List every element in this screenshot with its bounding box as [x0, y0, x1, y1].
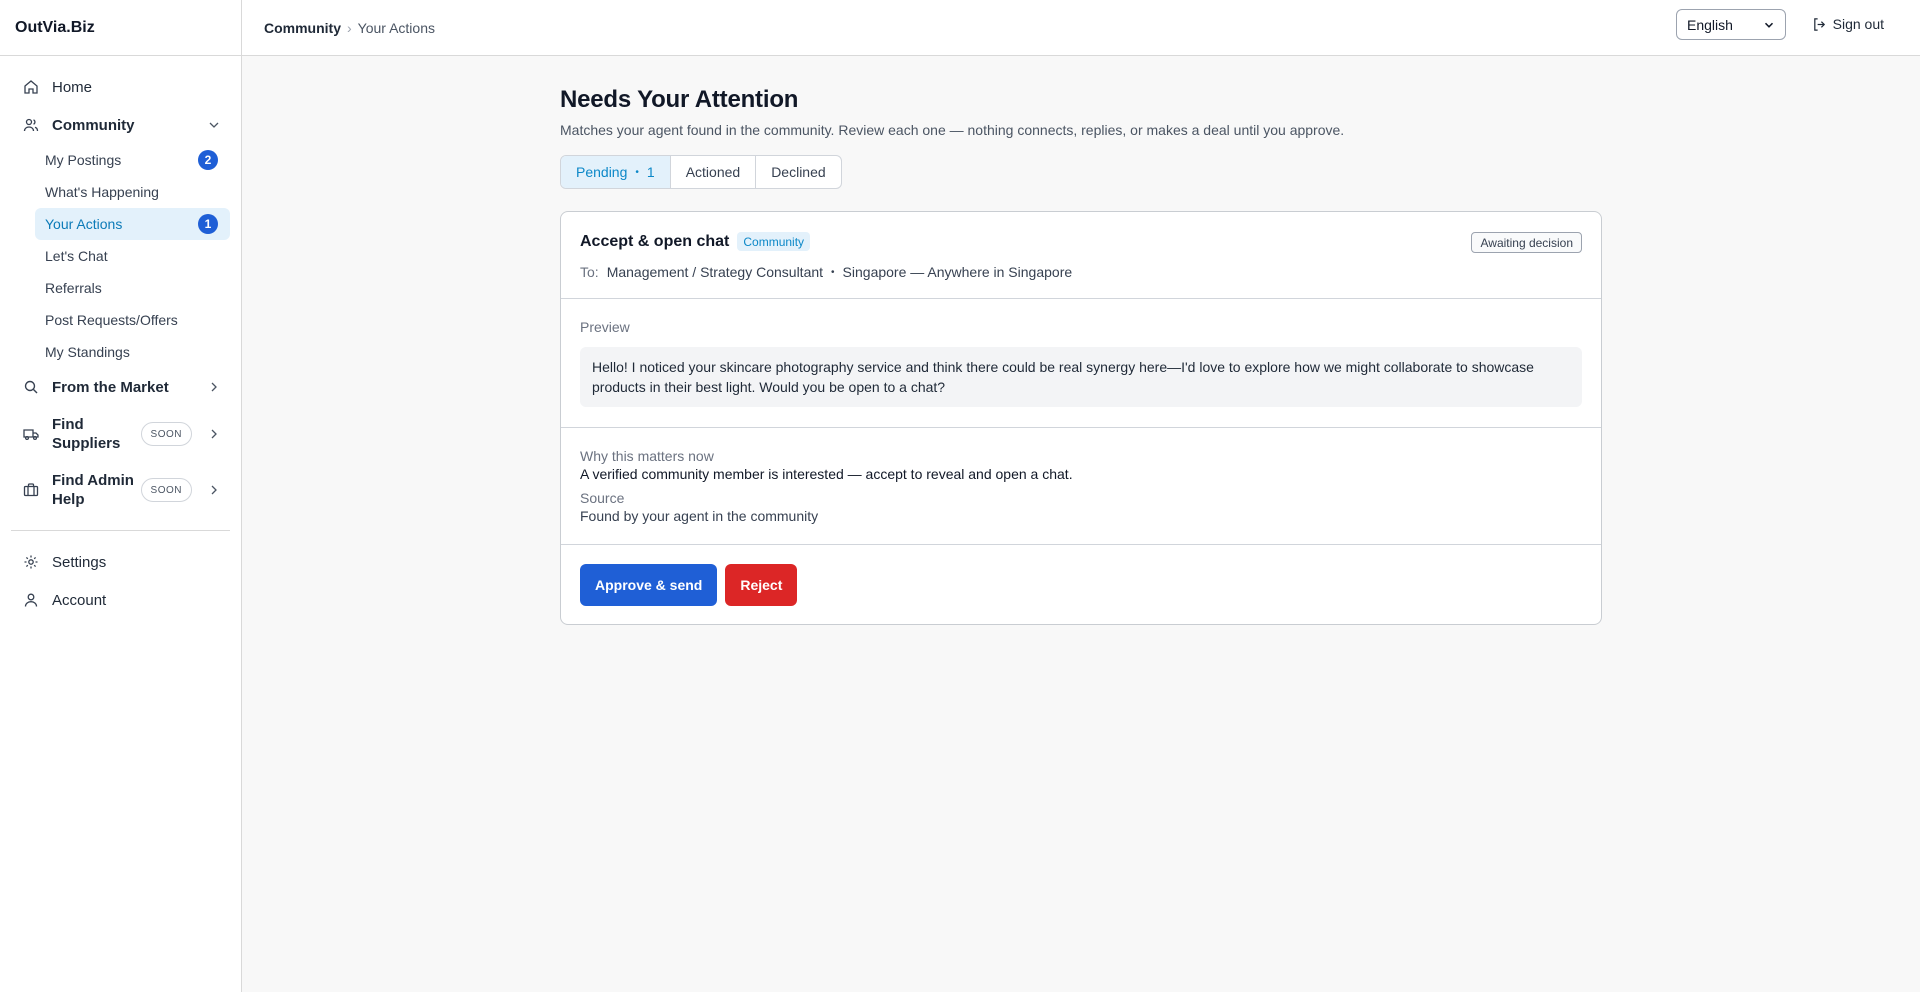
chevron-right-icon — [211, 382, 217, 392]
recipient-separator: • — [831, 266, 835, 278]
sidebar-item-label: Account — [52, 591, 107, 609]
sidebar-item-label: From the Market — [52, 378, 169, 396]
page-subtitle: Matches your agent found in the communit… — [560, 122, 1345, 138]
why-text: A verified community member is intereste… — [580, 466, 1073, 482]
message-preview-section: Preview Hello! I noticed your skincare p… — [561, 299, 1601, 428]
truck-icon — [23, 429, 39, 441]
breadcrumb-separator-icon: › — [347, 19, 352, 36]
card-title: Accept & open chat — [580, 232, 730, 250]
sidebar-item-label: Find Suppliers — [52, 416, 121, 452]
tab-label: Actioned — [685, 164, 741, 180]
status-badge: Awaiting decision — [1471, 232, 1582, 253]
chevron-down-icon — [1764, 22, 1774, 28]
chevron-right-icon — [211, 485, 217, 495]
sidebar-item-label: Find Admin Help — [52, 472, 134, 508]
sidebar-item-my-standings[interactable]: My Standings — [35, 336, 230, 368]
app-root: OutVia.Biz Home Community My Postings 2 … — [0, 0, 1920, 992]
sidebar-item-your-actions[interactable]: Your Actions 1 — [35, 208, 230, 240]
language-select-value: English — [1687, 16, 1733, 33]
sign-out-label: Sign out — [1832, 16, 1884, 32]
sidebar-item-label: Post Requests/Offers — [45, 312, 178, 328]
preview-label: Preview — [580, 319, 630, 335]
count-badge: 2 — [198, 150, 218, 170]
sidebar-item-label: My Standings — [45, 344, 130, 360]
brand-logo[interactable]: OutVia.Biz — [0, 0, 241, 56]
action-card-header: Accept & open chat Community Awaiting de… — [561, 212, 1601, 299]
gear-icon — [24, 555, 38, 569]
briefcase-icon — [23, 483, 39, 497]
reject-button[interactable]: Reject — [725, 564, 798, 606]
recipient-row: To: Management / Strategy Consultant • S… — [580, 264, 1582, 280]
tab-label: Declined — [771, 164, 826, 180]
sidebar-item-post-requests-offers[interactable]: Post Requests/Offers — [35, 304, 230, 336]
sidebar-item-home[interactable]: Home — [11, 68, 230, 106]
tab-pending[interactable]: Pending • 1 — [561, 156, 671, 188]
sidebar-item-label: Settings — [52, 553, 107, 571]
sidebar-nav: Home Community My Postings 2 What's Happ… — [0, 56, 241, 619]
action-card: Accept & open chat Community Awaiting de… — [560, 211, 1602, 625]
sidebar-item-label: My Postings — [45, 152, 122, 168]
tab-label: Pending — [576, 164, 628, 180]
tab-count: 1 — [646, 164, 655, 180]
category-tag: Community — [737, 232, 811, 251]
sidebar-item-lets-chat[interactable]: Let's Chat — [35, 240, 230, 272]
approve-send-button[interactable]: Approve & send — [580, 564, 718, 606]
sidebar-item-label: What's Happening — [45, 184, 159, 200]
chevron-down-icon — [209, 122, 219, 128]
main-area: Community › Your Actions English Sign ou… — [242, 0, 1920, 992]
sidebar-item-label: Your Actions — [45, 216, 123, 232]
preview-message: Hello! I noticed your skincare photograp… — [580, 347, 1582, 407]
language-select[interactable]: English — [1676, 9, 1786, 40]
sidebar-item-label: Referrals — [45, 280, 102, 296]
status-tabs: Pending • 1 Actioned Declined — [560, 155, 842, 189]
chevron-right-icon — [211, 429, 217, 439]
reason-section: Why this matters now A verified communit… — [561, 428, 1601, 545]
why-label: Why this matters now — [580, 448, 714, 464]
home-icon — [24, 80, 38, 94]
count-badge: 1 — [198, 214, 218, 234]
recipient-label: To: — [580, 264, 599, 280]
soon-badge: SOON — [140, 422, 192, 446]
card-actions: Approve & send Reject — [561, 545, 1601, 624]
recipient-role: Management / Strategy Consultant — [606, 264, 824, 280]
tab-separator: • — [635, 166, 639, 178]
sidebar-item-find-suppliers[interactable]: Find Suppliers SOON — [11, 406, 230, 462]
sidebar-item-whats-happening[interactable]: What's Happening — [35, 176, 230, 208]
sidebar-item-referrals[interactable]: Referrals — [35, 272, 230, 304]
sign-out-button[interactable]: Sign out — [1812, 16, 1884, 32]
source-label: Source — [580, 490, 625, 506]
actions-content: Needs Your Attention Matches your agent … — [560, 86, 1602, 625]
tab-actioned[interactable]: Actioned — [671, 156, 757, 188]
source-text: Found by your agent in the community — [580, 508, 819, 524]
sidebar-item-label: Let's Chat — [45, 248, 108, 264]
community-submenu: My Postings 2 What's Happening Your Acti… — [11, 144, 230, 368]
recipient-location: Singapore — Anywhere in Singapore — [842, 264, 1073, 280]
sidebar: OutVia.Biz Home Community My Postings 2 … — [0, 0, 242, 992]
sidebar-divider — [11, 530, 230, 531]
breadcrumb-parent[interactable]: Community — [264, 20, 341, 36]
users-icon — [23, 118, 39, 132]
sidebar-item-from-the-market[interactable]: From the Market — [11, 368, 230, 406]
top-bar: Community › Your Actions English Sign ou… — [242, 0, 1920, 56]
sign-out-icon — [1813, 17, 1825, 31]
breadcrumb: Community › Your Actions — [264, 20, 435, 36]
search-icon — [24, 380, 38, 394]
tab-declined[interactable]: Declined — [756, 156, 840, 188]
breadcrumb-current: Your Actions — [357, 19, 435, 36]
sidebar-item-account[interactable]: Account — [11, 581, 230, 619]
sidebar-item-my-postings[interactable]: My Postings 2 — [35, 144, 230, 176]
user-icon — [24, 593, 38, 607]
sidebar-item-label: Community — [52, 116, 135, 134]
card-title-row: Accept & open chat Community — [580, 232, 1582, 251]
sidebar-item-find-admin-help[interactable]: Find Admin Help SOON — [11, 462, 230, 518]
sidebar-item-community[interactable]: Community — [11, 106, 230, 144]
sidebar-item-label: Home — [52, 78, 93, 96]
soon-badge: SOON — [140, 478, 192, 502]
page-title: Needs Your Attention — [560, 86, 799, 113]
sidebar-item-settings[interactable]: Settings — [11, 543, 230, 581]
